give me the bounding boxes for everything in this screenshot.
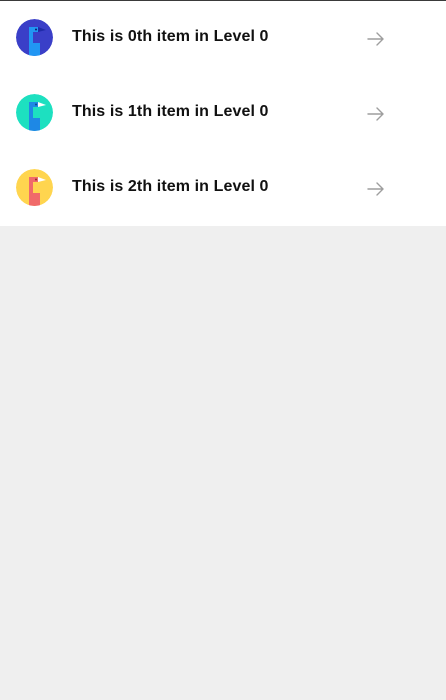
list-item-label: This is 0th item in Level 0 xyxy=(72,28,269,45)
list-item[interactable]: This is 2th item in Level 0 xyxy=(0,151,446,226)
list-item[interactable]: This is 0th item in Level 0 xyxy=(0,1,446,76)
list-item[interactable]: This is 1th item in Level 0 xyxy=(0,76,446,151)
level-0-list: This is 0th item in Level 0 This is 1th … xyxy=(0,1,446,226)
arrow-right-icon[interactable] xyxy=(367,31,385,47)
list-item-label: This is 1th item in Level 0 xyxy=(72,103,269,120)
arrow-right-icon[interactable] xyxy=(367,181,385,197)
list-item-label: This is 2th item in Level 0 xyxy=(72,178,269,195)
bird-avatar-icon xyxy=(16,169,53,206)
bird-avatar-icon xyxy=(16,94,53,131)
bird-avatar-icon xyxy=(16,19,53,56)
arrow-right-icon[interactable] xyxy=(367,106,385,122)
